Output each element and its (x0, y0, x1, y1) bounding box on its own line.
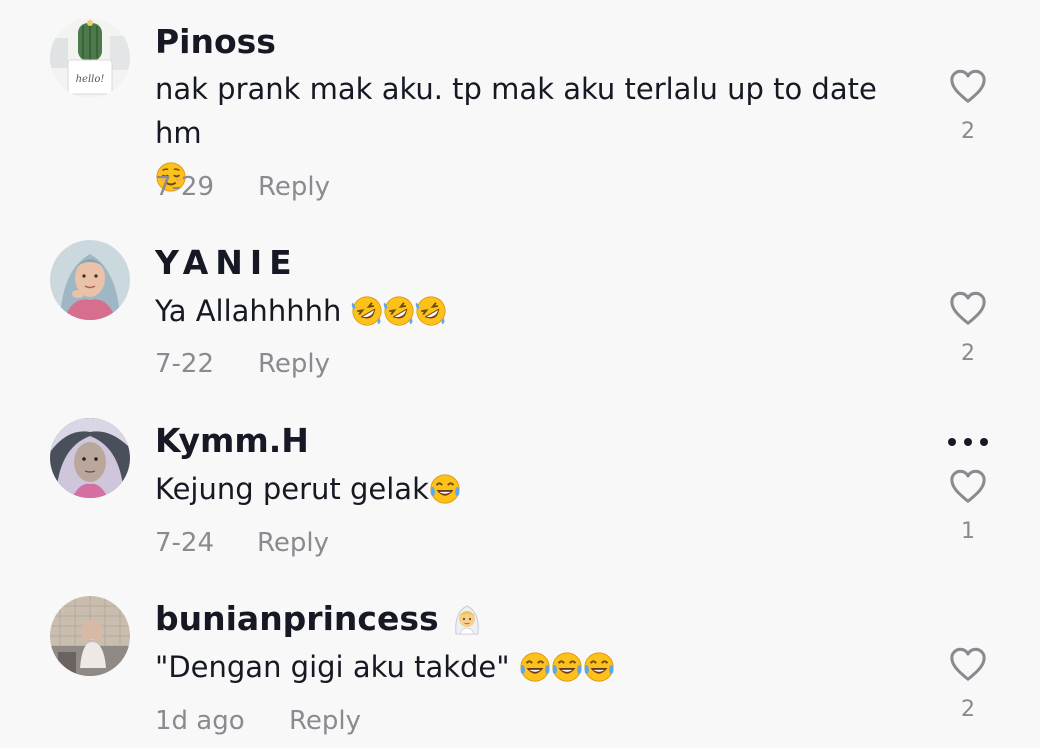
like-count: 2 (961, 697, 975, 722)
username[interactable]: Kymm.H (155, 421, 309, 460)
heart-icon[interactable] (946, 646, 990, 684)
username[interactable]: YANIE (155, 243, 299, 282)
comment-date: 1d ago (155, 706, 245, 736)
avatar[interactable] (50, 240, 130, 320)
heart-icon[interactable] (946, 468, 990, 506)
like-count: 1 (961, 519, 975, 544)
heart-icon[interactable] (946, 68, 990, 106)
avatar[interactable]: hello! (50, 18, 130, 98)
comment-date: 7-29 (155, 172, 215, 202)
face-with-tears-of-joy-icon (551, 651, 583, 683)
avatar[interactable] (50, 596, 130, 676)
like-button[interactable]: 2 (946, 646, 990, 722)
comment-text-content: "Dengan gigi aku takde" (155, 650, 510, 684)
face-with-tears-of-joy-icon (519, 651, 551, 683)
heart-icon[interactable] (946, 290, 990, 328)
avatar-label: hello! (76, 74, 105, 85)
username[interactable]: Pinoss (155, 22, 276, 61)
face-with-tears-of-joy-icon (583, 651, 615, 683)
more-options-icon[interactable] (944, 434, 992, 450)
like-button[interactable]: 2 (946, 68, 990, 144)
like-button[interactable]: 1 (946, 468, 990, 544)
avatar[interactable] (50, 418, 130, 498)
comment-list: hello! Pinoss nak prank mak aku. tp mak … (0, 0, 1040, 748)
comment-text-content: nak prank mak aku. tp mak aku terlalu up… (155, 72, 877, 150)
like-count: 2 (961, 341, 975, 366)
reply-button[interactable]: Reply (289, 706, 361, 736)
reply-button[interactable]: Reply (258, 349, 330, 379)
rolling-on-floor-laughing-icon (383, 295, 415, 327)
comment-text-content: Kejung perut gelak (155, 472, 429, 506)
like-button[interactable]: 2 (946, 290, 990, 366)
reply-button[interactable]: Reply (257, 528, 329, 558)
comment-text: Kejung perut gelak (155, 467, 915, 511)
person-with-veil-icon (450, 602, 484, 636)
reply-button[interactable]: Reply (258, 172, 330, 202)
username[interactable]: bunianprincess (155, 599, 484, 638)
comment-date: 7-24 (155, 528, 215, 558)
rolling-on-floor-laughing-icon (351, 295, 383, 327)
comment-date: 7-22 (155, 349, 215, 379)
comment-text: Ya Allahhhhh (155, 289, 915, 333)
username-text[interactable]: bunianprincess (155, 599, 439, 638)
comment-text-content: Ya Allahhhhh (155, 294, 342, 328)
rolling-on-floor-laughing-icon (415, 295, 447, 327)
face-with-tears-of-joy-icon (429, 473, 461, 505)
comment-text: "Dengan gigi aku takde" (155, 645, 915, 689)
like-count: 2 (961, 119, 975, 144)
